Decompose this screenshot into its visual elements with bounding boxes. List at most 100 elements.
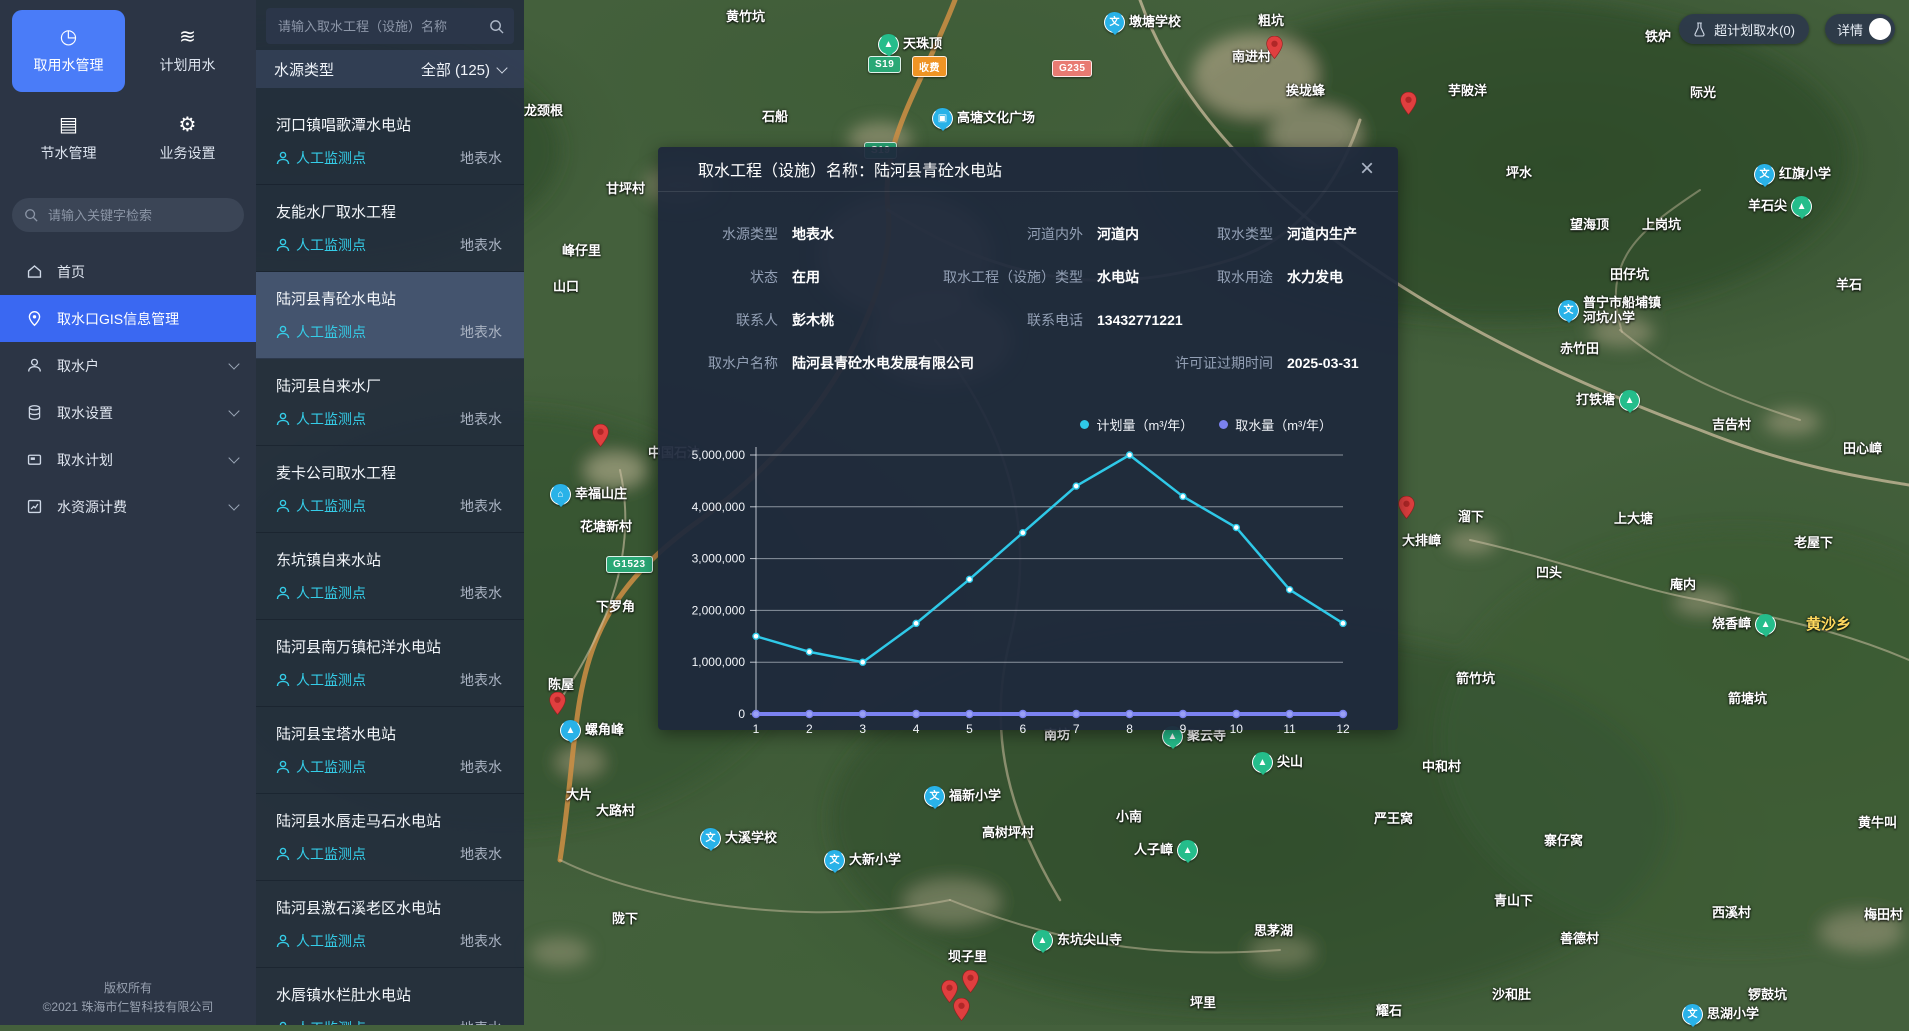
monitor-type: 人工监测点 [276,670,366,690]
blue-poi-icon[interactable]: 文 [1754,164,1775,185]
svg-text:1: 1 [753,722,760,736]
map-label: 下罗角 [596,600,635,615]
station-list-item[interactable]: 友能水厂取水工程人工监测点地表水 [256,185,524,272]
station-list-item[interactable]: 麦卡公司取水工程人工监测点地表水 [256,446,524,533]
map-label: 高树坪村 [982,826,1034,841]
blue-poi-icon[interactable]: ▲ [560,720,581,741]
map-label: 西溪村 [1712,906,1751,921]
station-name: 陆河县南万镇杞洋水电站 [276,636,514,657]
map-label: 芋陂洋 [1448,84,1487,99]
station-list-item[interactable]: 陆河县激石溪老区水电站人工监测点地表水 [256,881,524,968]
station-list-item[interactable]: 陆河县青砼水电站人工监测点地表水 [256,272,524,359]
map-label: 黄沙乡 [1806,616,1851,633]
filter-value-dropdown[interactable]: 全部 (125) [421,59,506,80]
green-poi-icon[interactable]: ▲ [1032,930,1053,951]
map-label: 坪里 [1190,996,1216,1011]
sidebar-item-1[interactable]: 取水口GIS信息管理 [0,295,256,342]
monitor-type: 人工监测点 [276,409,366,429]
toggle-knob[interactable] [1869,18,1891,40]
tile-water-saving[interactable]: ▤ 节水管理 [12,98,125,180]
monitor-type: 人工监测点 [276,844,366,864]
blue-poi-icon[interactable]: 文 [1682,1004,1703,1025]
over-plan-intake-button[interactable]: 超计划取水(0) [1679,14,1809,44]
legend-dot [1080,420,1089,429]
station-list-item[interactable]: 东坑镇自来水站人工监测点地表水 [256,533,524,620]
filter-label: 水源类型 [274,59,334,80]
tile-planned-water[interactable]: ≋ 计划用水 [131,10,244,92]
map-label: 打铁塘▲ [1576,390,1640,411]
red-map-pin-icon[interactable] [1398,496,1415,519]
sidebar-search[interactable] [12,198,244,232]
map-label: 思茅湖 [1254,924,1293,939]
green-poi-icon[interactable]: ▲ [1755,614,1776,635]
station-list-item[interactable]: 陆河县自来水厂人工监测点地表水 [256,359,524,446]
sidebar-item-4[interactable]: 取水计划 [0,436,256,483]
blue-poi-icon[interactable]: 文 [1104,12,1125,33]
legend-item[interactable]: 计划量（m³/年） [1080,415,1193,434]
blue-poi-icon[interactable]: ▣ [932,108,953,129]
green-poi-icon[interactable]: ▲ [1619,390,1640,411]
map-label: 坝子里 [948,950,987,965]
map-label: 寨仔窝 [1544,834,1583,849]
blue-poi-icon[interactable]: 文 [924,786,945,807]
blue-poi-icon[interactable]: 文 [1558,300,1579,321]
water-source-label: 地表水 [460,496,514,516]
legend-dot [1219,420,1228,429]
green-poi-icon[interactable]: ▲ [1791,196,1812,217]
tile-water-use-management[interactable]: ◷ 取用水管理 [12,10,125,92]
legend-item[interactable]: 取水量（m³/年） [1219,415,1332,434]
svg-text:5,000,000: 5,000,000 [692,448,746,462]
map-label: 龙颈根 [524,104,563,119]
sidebar-item-label: 水资源计费 [57,497,127,517]
water-source-label: 地表水 [460,148,514,168]
red-map-pin-icon[interactable] [953,998,970,1021]
blue-poi-icon[interactable]: 文 [700,828,721,849]
map-label: ▲东坑尖山寺 [1032,930,1122,951]
station-list-item[interactable]: 陆河县水唇走马石水电站人工监测点地表水 [256,794,524,881]
green-poi-icon[interactable]: ▲ [1177,840,1198,861]
map-label: 上大塘 [1614,512,1653,527]
monitor-type: 人工监测点 [276,235,366,255]
map-label: 石船 [762,110,788,125]
green-poi-icon[interactable]: ▲ [1252,752,1273,773]
sidebar-search-input[interactable] [46,207,232,224]
close-icon[interactable]: × [1360,157,1374,181]
map-label: 老屋下 [1794,536,1833,551]
station-list-item[interactable]: 陆河县宝塔水电站人工监测点地表水 [256,707,524,794]
map-label: 羊石尖▲ [1748,196,1812,217]
svg-text:11: 11 [1283,722,1296,736]
sidebar-item-5[interactable]: 水资源计费 [0,483,256,530]
red-map-pin-icon[interactable] [962,970,979,993]
road-badge: G235 [1052,60,1092,77]
svg-text:5: 5 [966,722,973,736]
station-search-input[interactable] [276,18,481,35]
sidebar-item-0[interactable]: 首页 [0,248,256,295]
sidebar-item-2[interactable]: 取水户 [0,342,256,389]
detail-toggle[interactable]: 详情 [1825,14,1895,44]
red-map-pin-icon[interactable] [1266,36,1283,59]
water-source-label: 地表水 [460,409,514,429]
blue-poi-icon[interactable]: 文 [824,850,845,871]
station-search-box[interactable] [266,8,514,44]
map-label: 文思湖小学 [1682,1004,1759,1025]
map-label: 羊石 [1836,278,1862,293]
station-list-item[interactable]: 水唇镇水栏肚水电站人工监测点地表水 [256,968,524,1025]
legend-label: 取水量（m³/年） [1235,415,1332,434]
map-label: 黄牛叫 [1858,816,1897,831]
road-badge: G1523 [606,556,653,573]
sidebar-item-3[interactable]: 取水设置 [0,389,256,436]
red-map-pin-icon[interactable] [592,424,609,447]
station-list-item[interactable]: 陆河县南万镇杞洋水电站人工监测点地表水 [256,620,524,707]
sidebar-item-label: 取水计划 [57,450,113,470]
station-list-item[interactable]: 河口镇唱歌潭水电站人工监测点地表水 [256,98,524,185]
search-icon[interactable] [489,19,504,34]
modal-fields: 水源类型 地表水 河道内外 河道内 取水类型 河道内生产 状态 在用 取水工程（… [658,192,1398,373]
tile-business-settings[interactable]: ⚙ 业务设置 [131,98,244,180]
blue-poi-icon[interactable]: ⌂ [550,484,571,505]
map-label: 际光 [1690,86,1716,101]
red-map-pin-icon[interactable] [549,692,566,715]
station-name: 水唇镇水栏肚水电站 [276,984,514,1005]
green-poi-icon[interactable]: ▲ [878,34,899,55]
svg-text:10: 10 [1230,722,1244,736]
red-map-pin-icon[interactable] [1400,92,1417,115]
